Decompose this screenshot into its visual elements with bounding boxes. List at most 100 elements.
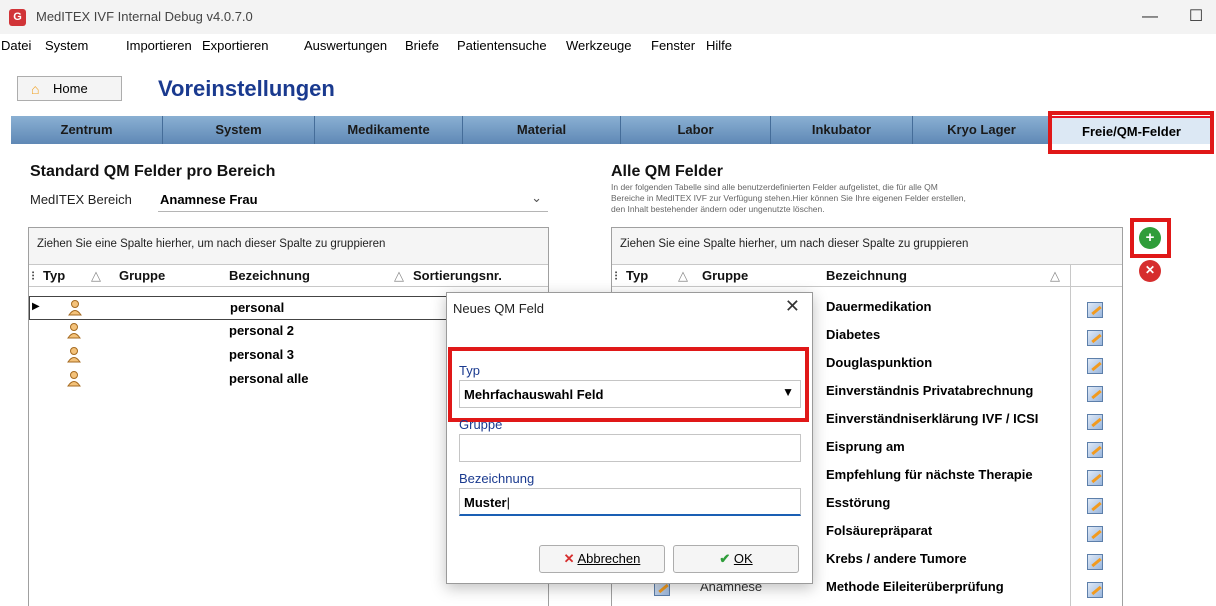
home-button[interactable]: ⌂ Home <box>17 76 122 101</box>
edit-icon[interactable] <box>1087 470 1103 486</box>
ok-button[interactable]: ✔ OK <box>673 545 799 573</box>
row-bezeichnung: Douglaspunktion <box>826 355 933 370</box>
highlight-typ-field <box>448 347 809 422</box>
edit-icon[interactable] <box>1087 582 1103 598</box>
sort-icon: △ <box>394 268 404 283</box>
close-icon[interactable]: ✕ <box>785 296 800 317</box>
menu-importieren[interactable]: Importieren <box>126 38 192 53</box>
minimize-button[interactable]: — <box>1130 4 1170 30</box>
edit-icon[interactable] <box>1087 302 1103 318</box>
edit-icon[interactable] <box>1087 526 1103 542</box>
sort-icon: △ <box>678 268 688 283</box>
right-section-title: Alle QM Felder <box>611 163 724 180</box>
home-icon: ⌂ <box>31 81 40 97</box>
menu-werkzeuge[interactable]: Werkzeuge <box>566 38 632 53</box>
bezeichnung-label: Bezeichnung <box>459 471 535 486</box>
right-col-bezeichnung[interactable]: Bezeichnung <box>826 268 907 283</box>
app-icon: G <box>9 9 26 26</box>
left-section-title: Standard QM Felder pro Bereich <box>30 163 276 180</box>
menu-auswertungen[interactable]: Auswertungen <box>304 38 387 53</box>
delete-button[interactable]: ✕ <box>1139 260 1161 282</box>
bezeichnung-input-value: Muster <box>464 495 507 510</box>
edit-icon[interactable] <box>1087 554 1103 570</box>
window-title: MedITEX IVF Internal Debug v4.0.7.0 <box>36 9 253 24</box>
page-title: Voreinstellungen <box>158 76 335 101</box>
row-bezeichnung: Diabetes <box>826 327 881 342</box>
highlight-active-tab <box>1048 111 1214 154</box>
tab-labor[interactable]: Labor <box>621 116 771 144</box>
row-bezeichnung: Eisprung am <box>826 439 905 454</box>
menu-briefe[interactable]: Briefe <box>405 38 439 53</box>
cancel-button-label: Abbrechen <box>577 551 641 566</box>
new-qm-field-dialog: Neues QM Feld ✕ Typ Mehrfachauswahl Feld… <box>446 292 813 584</box>
right-col-gruppe[interactable]: Gruppe <box>702 268 748 283</box>
sort-icon: △ <box>1050 268 1060 283</box>
menu-system[interactable]: System <box>45 38 88 53</box>
cross-icon: ✕ <box>563 551 575 566</box>
bezeichnung-input[interactable]: Muster| <box>459 488 801 516</box>
edit-icon[interactable] <box>1087 414 1103 430</box>
row-bezeichnung: Folsäurepräparat <box>826 523 933 538</box>
menu-hilfe[interactable]: Hilfe <box>706 38 732 53</box>
edit-icon[interactable] <box>1087 498 1103 514</box>
row-indicator-icon: ▶ <box>32 301 40 312</box>
description-line: Bereiche in MedITEX IVF zur Verfügung st… <box>611 193 966 203</box>
person-icon <box>67 323 81 339</box>
dialog-title: Neues QM Feld <box>453 301 545 316</box>
tab-zentrum[interactable]: Zentrum <box>11 116 163 144</box>
row-bezeichnung: Einverständnis Privatabrechnung <box>826 383 1034 398</box>
column-chooser-icon[interactable]: ⁝ <box>614 268 618 284</box>
tab-bar: Zentrum System Medikamente Material Labo… <box>11 116 1212 144</box>
row-bezeichnung: personal alle <box>229 371 309 386</box>
description-line: In der folgenden Tabelle sind alle benut… <box>611 182 938 192</box>
left-group-bar[interactable]: Ziehen Sie eine Spalte hierher, um nach … <box>29 228 548 265</box>
row-bezeichnung: Methode Eileiterüberprüfung <box>826 579 1004 594</box>
left-col-typ[interactable]: Typ <box>43 268 65 283</box>
menu-bar: Datei System Importieren Exportieren Aus… <box>0 34 1216 58</box>
menu-exportieren[interactable]: Exportieren <box>202 38 268 53</box>
title-bar: G MedITEX IVF Internal Debug v4.0.7.0 — … <box>0 0 1216 34</box>
ok-button-label: OK <box>733 551 753 566</box>
left-col-bezeichnung[interactable]: Bezeichnung <box>229 268 310 283</box>
column-chooser-icon[interactable]: ⁝ <box>31 268 35 284</box>
row-bezeichnung: Krebs / andere Tumore <box>826 551 967 566</box>
edit-icon[interactable] <box>1087 442 1103 458</box>
tab-material[interactable]: Material <box>463 116 621 144</box>
check-icon: ✔ <box>719 551 731 566</box>
right-description: In der folgenden Tabelle sind alle benut… <box>611 182 966 215</box>
row-bezeichnung: personal 3 <box>229 347 295 362</box>
gruppe-input[interactable] <box>459 434 801 462</box>
header-divider <box>612 286 1122 287</box>
chevron-down-icon: ⌄ <box>531 190 542 205</box>
maximize-button[interactable]: ☐ <box>1176 4 1216 30</box>
bereich-label: MedITEX Bereich <box>30 192 132 207</box>
edit-icon[interactable] <box>1087 386 1103 402</box>
highlight-add-button <box>1130 218 1171 258</box>
left-col-sortierungsnr[interactable]: Sortierungsnr. <box>413 268 502 283</box>
menu-fenster[interactable]: Fenster <box>651 38 695 53</box>
bereich-select[interactable]: Anamnese Frau ⌄ <box>158 188 548 212</box>
person-icon <box>67 347 81 363</box>
row-bezeichnung: personal 2 <box>229 323 295 338</box>
description-line: den Inhalt bestehender ändern oder ungen… <box>611 204 825 214</box>
gruppe-label: Gruppe <box>459 417 503 432</box>
right-group-bar[interactable]: Ziehen Sie eine Spalte hierher, um nach … <box>612 228 1122 265</box>
left-col-gruppe[interactable]: Gruppe <box>119 268 165 283</box>
row-bezeichnung: Esstörung <box>826 495 891 510</box>
edit-icon[interactable] <box>1087 330 1103 346</box>
row-bezeichnung: Dauermedikation <box>826 299 932 314</box>
tab-system[interactable]: System <box>163 116 315 144</box>
tab-inkubator[interactable]: Inkubator <box>771 116 913 144</box>
edit-icon[interactable] <box>1087 358 1103 374</box>
row-bezeichnung: Empfehlung für nächste Therapie <box>826 467 1033 482</box>
menu-patientensuche[interactable]: Patientensuche <box>457 38 547 53</box>
header-divider <box>29 286 548 287</box>
menu-datei[interactable]: Datei <box>1 38 31 53</box>
tab-kryo-lager[interactable]: Kryo Lager <box>913 116 1051 144</box>
tab-medikamente[interactable]: Medikamente <box>315 116 463 144</box>
row-bezeichnung: Einverständniserklärung IVF / ICSI <box>826 411 1039 426</box>
person-icon <box>67 371 81 387</box>
cancel-button[interactable]: ✕ Abbrechen <box>539 545 665 573</box>
home-button-label: Home <box>53 81 88 96</box>
right-col-typ[interactable]: Typ <box>626 268 648 283</box>
